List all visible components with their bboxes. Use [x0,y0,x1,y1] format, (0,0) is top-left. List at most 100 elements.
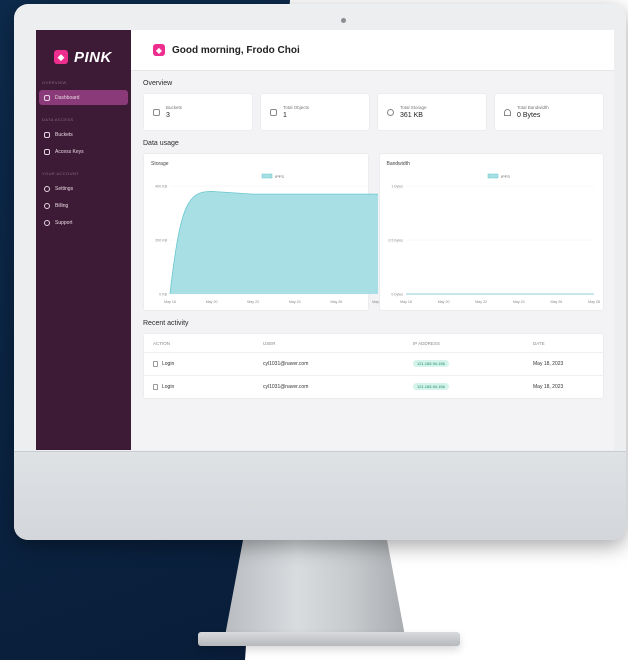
file-icon [270,108,277,116]
monitor-chin [14,451,626,540]
sidebar-item-settings[interactable]: Settings [39,181,128,196]
gear-icon [44,185,50,192]
action-text: Login [162,361,175,367]
pink-logo-icon: ◆ [153,44,165,56]
recent-activity-title: Recent activity [143,320,189,327]
storage-chart: Storage IPFS 0 KB 200 KB 400 KB May 18 May 20… [143,153,384,311]
bucket-icon [44,131,50,138]
overview-title: Overview [143,80,173,87]
card-label: Total Bandwidth [517,105,549,110]
logo-text: PINK [74,48,112,66]
sidebar-item-access-keys[interactable]: Access Keys [39,144,128,159]
help-icon [44,219,50,226]
sidebar: ◆ PINK OVERVIEW Dashboard DATA ACCESS Bu… [36,30,131,450]
data-usage-title: Data usage [143,140,179,147]
activity-table: ACTION USER IP ADDRESS DATE Login cyl103… [143,333,604,399]
legend-swatch [487,173,498,179]
series-area [170,191,378,294]
legend-label: IPFS [275,174,284,179]
topbar: ◆ Good morning, Frodo Choi [131,30,614,71]
cell-date: May 18, 2023 [533,384,564,390]
card-buckets[interactable]: Buckets 3 [143,93,253,131]
home-icon [44,94,50,101]
charts-row: Storage IPFS 0 KB 200 KB 400 KB May 18 May 20… [143,153,604,311]
sidebar-item-support[interactable]: Support [39,215,128,230]
card-label: Buckets [166,105,183,110]
logo[interactable]: ◆ PINK [36,30,131,70]
x-tick-label: May 24 [512,300,524,304]
card-value: 0 Bytes [517,112,541,119]
sidebar-item-label: Buckets [55,131,73,138]
x-tick-label: May 26 [550,300,562,304]
greeting: Good morning, Frodo Choi [172,44,300,56]
cell-date: May 18, 2023 [533,361,564,367]
table-row[interactable]: Login cyl1031@naver.com 121.165.94.156 M… [144,376,603,398]
col-action: ACTION [153,340,171,346]
monitor-foot [198,632,460,646]
ip-badge: 121.165.94.156 [413,383,449,390]
col-user: USER [263,340,276,346]
x-tick-label: May 22 [475,300,487,304]
sidebar-item-label: Billing [55,202,69,209]
sidebar-item-buckets[interactable]: Buckets [39,127,128,142]
y-tick-label: 200 KB [155,239,167,243]
cell-user: cyl1031@naver.com [263,384,309,390]
sidebar-item-label: Dashboard [55,94,80,101]
x-tick-label: May 18 [164,300,176,304]
card-label: Total Objects [283,105,310,110]
cell-ip: 121.165.94.156 [413,383,533,390]
table-row[interactable]: Login cyl1031@naver.com 121.165.94.156 M… [144,353,603,376]
overview-cards: Buckets 3 Total Objects 1 Total Storage [143,93,604,131]
key-icon [44,148,50,155]
sidebar-section-your-account: YOUR ACCOUNT [42,171,80,176]
x-tick-label: May 22 [247,300,259,304]
storage-chart-svg: IPFS 0 KB 200 KB 400 KB May 18 May 20 May 22 Ma… [155,173,384,304]
ip-badge: 121.165.94.156 [413,360,449,367]
legend-label: IPFS [501,174,510,179]
cell-action: Login [144,384,263,390]
card-value: 1 [283,112,287,119]
cell-action: Login [144,361,263,367]
y-tick-label: 0.5 bytes [388,239,403,243]
dollar-icon [44,202,50,209]
sidebar-section-data-access: DATA ACCESS [42,117,74,122]
sidebar-item-label: Support [55,219,73,226]
card-value: 3 [166,112,170,119]
card-total-objects[interactable]: Total Objects 1 [260,93,370,131]
bucket-icon [153,108,160,116]
card-label: Total Storage [400,105,427,110]
main-content: ◆ Good morning, Frodo Choi Overview Buck… [131,30,614,450]
y-tick-label: 400 KB [155,185,167,189]
pink-logo-icon: ◆ [54,50,68,64]
table-header: ACTION USER IP ADDRESS DATE [144,334,603,353]
sidebar-item-label: Settings [55,185,74,192]
y-tick-label: 0 bytes [391,293,403,297]
sidebar-item-dashboard[interactable]: Dashboard [39,90,128,105]
monitor: ◆ PINK OVERVIEW Dashboard DATA ACCESS Bu… [14,4,626,540]
card-value: 361 KB [400,112,423,119]
database-icon [387,108,394,116]
sidebar-section-overview: OVERVIEW [42,80,67,85]
wifi-icon [504,108,511,116]
y-tick-label: 0 KB [159,293,167,297]
x-tick-label: May 26 [331,300,343,304]
action-text: Login [162,384,175,390]
col-date: DATE [533,340,545,346]
card-total-bandwidth[interactable]: Total Bandwidth 0 Bytes [494,93,604,131]
login-icon [153,384,158,390]
cell-user: cyl1031@naver.com [263,361,309,367]
legend-swatch [261,173,273,179]
x-tick-label: May 20 [437,300,449,304]
bandwidth-chart: Bandwidth IPFS 0 bytes 0.5 bytes 1 bytes May… [378,153,604,311]
x-tick-label: May 20 [206,300,218,304]
login-icon [153,361,158,367]
col-ip: IP ADDRESS [413,340,440,346]
x-tick-label: May 24 [289,300,301,304]
cell-ip: 121.165.94.156 [413,360,533,367]
card-total-storage[interactable]: Total Storage 361 KB [377,93,487,131]
bandwidth-chart-svg: IPFS 0 bytes 0.5 bytes 1 bytes May 18 May 20 M… [388,173,600,304]
x-tick-label: May 28 [588,300,600,304]
camera-dot [341,18,346,23]
sidebar-item-billing[interactable]: Billing [39,198,128,213]
screen: ◆ PINK OVERVIEW Dashboard DATA ACCESS Bu… [36,30,614,450]
